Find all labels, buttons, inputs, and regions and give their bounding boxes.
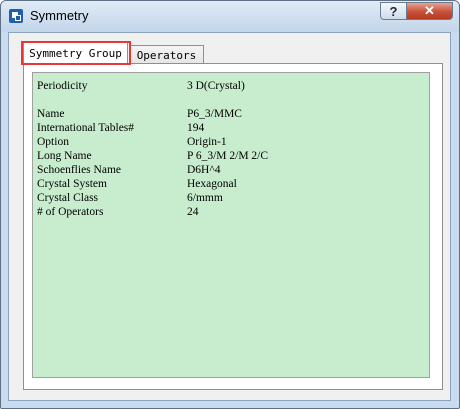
periodicity-value: 3 D(Crystal) xyxy=(187,80,245,92)
field-row-number-of-operators: # of Operators 24 xyxy=(37,206,417,220)
field-row-schoenflies-name: Schoenflies Name D6H^4 xyxy=(37,164,417,178)
field-value: 24 xyxy=(187,206,199,218)
window-title: Symmetry xyxy=(30,8,89,23)
field-value: P 6_3/M 2/M 2/C xyxy=(187,150,269,162)
field-label: Crystal Class xyxy=(37,192,99,204)
tab-symmetry-group[interactable]: Symmetry Group xyxy=(23,42,128,64)
field-label: International Tables# xyxy=(37,122,135,134)
field-value: P6_3/MMC xyxy=(187,108,242,120)
close-button[interactable]: ✕ xyxy=(407,2,453,20)
tab-operators[interactable]: Operators xyxy=(129,45,204,65)
caption-buttons: ? ✕ xyxy=(380,2,453,21)
field-label: Name xyxy=(37,108,65,120)
field-label: Option xyxy=(37,136,69,148)
symmetry-group-panel: Periodicity 3 D(Crystal) Name P6_3/MMC I… xyxy=(23,63,443,390)
title-bar[interactable]: Symmetry ? ✕ xyxy=(1,1,459,32)
field-label: # of Operators xyxy=(37,206,104,218)
field-row-long-name: Long Name P 6_3/M 2/M 2/C xyxy=(37,150,417,164)
field-label: Long Name xyxy=(37,150,92,162)
field-value: D6H^4 xyxy=(187,164,221,176)
field-label: Schoenflies Name xyxy=(37,164,121,176)
symmetry-window: Symmetry ? ✕ Symmetry Group Operators Pe… xyxy=(0,0,460,409)
periodicity-row: Periodicity 3 D(Crystal) xyxy=(37,80,417,94)
field-label: Crystal System xyxy=(37,178,107,190)
symmetry-info-area: Periodicity 3 D(Crystal) Name P6_3/MMC I… xyxy=(32,72,430,378)
help-button[interactable]: ? xyxy=(380,2,407,20)
app-window-icon xyxy=(9,9,23,23)
field-value: Origin-1 xyxy=(187,136,227,148)
field-row-name: Name P6_3/MMC xyxy=(37,108,417,122)
field-value: Hexagonal xyxy=(187,178,237,190)
field-row-crystal-system: Crystal System Hexagonal xyxy=(37,178,417,192)
field-value: 194 xyxy=(187,122,205,134)
field-value: 6/mmm xyxy=(187,192,223,204)
field-row-crystal-class: Crystal Class 6/mmm xyxy=(37,192,417,206)
dialog-client-area: Symmetry Group Operators Periodicity 3 D… xyxy=(8,32,451,401)
periodicity-label: Periodicity xyxy=(37,80,88,92)
field-row-international-tables: International Tables# 194 xyxy=(37,122,417,136)
field-row-option: Option Origin-1 xyxy=(37,136,417,150)
